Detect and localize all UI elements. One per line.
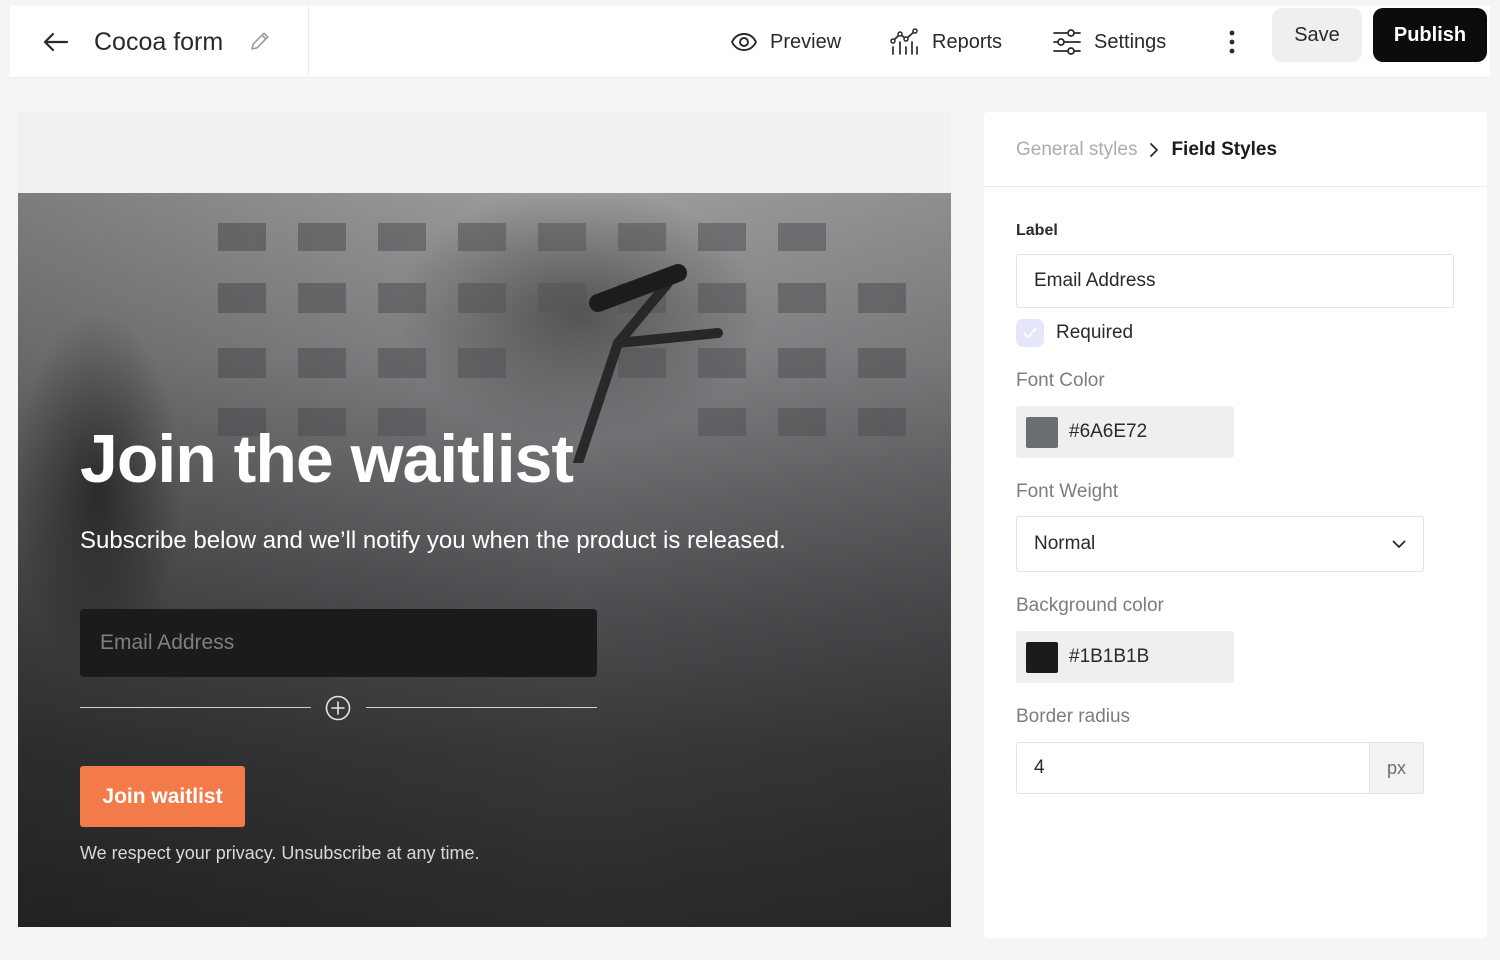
font-color-value: #6A6E72 bbox=[1069, 421, 1148, 442]
settings-button[interactable]: Settings bbox=[1052, 20, 1166, 64]
border-radius-label: Border radius bbox=[1016, 706, 1131, 727]
reports-label: Reports bbox=[932, 30, 1003, 53]
field-styles-panel: General styles Field Styles Label Requir… bbox=[984, 112, 1487, 938]
sliders-icon bbox=[1053, 29, 1081, 55]
email-field[interactable] bbox=[80, 609, 597, 677]
reports-button[interactable]: Reports bbox=[890, 20, 1002, 64]
breadcrumb-field-styles: Field Styles bbox=[1171, 139, 1278, 160]
more-vertical-icon bbox=[1229, 30, 1235, 54]
required-checkbox-row[interactable]: Required bbox=[1016, 318, 1133, 348]
label-input[interactable] bbox=[1016, 254, 1454, 308]
title-divider bbox=[308, 6, 309, 78]
chart-icon bbox=[890, 28, 918, 55]
breadcrumb-general-styles[interactable]: General styles bbox=[1016, 139, 1137, 161]
font-color-label: Font Color bbox=[1016, 370, 1105, 391]
chevron-right-icon bbox=[1150, 143, 1159, 157]
add-field-button[interactable] bbox=[324, 694, 352, 722]
preview-label: Preview bbox=[770, 30, 842, 53]
font-weight-value: Normal bbox=[1034, 533, 1096, 554]
breadcrumb: General styles Field Styles bbox=[1016, 134, 1277, 166]
required-label: Required bbox=[1056, 322, 1134, 343]
form-title: Cocoa form bbox=[94, 28, 224, 56]
add-field-row bbox=[80, 693, 597, 723]
eye-icon bbox=[731, 33, 757, 51]
arrow-left-icon bbox=[43, 32, 69, 52]
edit-title-button[interactable] bbox=[246, 24, 274, 58]
border-radius-unit: px bbox=[1369, 743, 1423, 793]
check-icon bbox=[1023, 328, 1037, 338]
chevron-down-icon bbox=[1392, 540, 1406, 548]
font-color-swatch[interactable] bbox=[1026, 416, 1058, 448]
background-color-value: #1B1B1B bbox=[1069, 646, 1150, 667]
form-canvas: Join the waitlist Subscribe below and we… bbox=[18, 112, 951, 927]
border-radius-input[interactable] bbox=[1017, 743, 1369, 793]
join-waitlist-button[interactable]: Join waitlist bbox=[80, 766, 245, 827]
pencil-icon bbox=[251, 32, 269, 50]
preview-button[interactable]: Preview bbox=[730, 20, 841, 64]
save-button[interactable]: Save bbox=[1272, 8, 1362, 62]
add-field-divider-right bbox=[366, 707, 597, 708]
privacy-note: We respect your privacy. Unsubscribe at … bbox=[80, 843, 480, 863]
background-color-swatch[interactable] bbox=[1026, 641, 1058, 673]
font-color-picker[interactable]: #6A6E72 bbox=[1016, 406, 1234, 458]
add-field-divider-left bbox=[80, 707, 311, 708]
background-color-label: Background color bbox=[1016, 595, 1164, 616]
hero-subtitle: Subscribe below and we’ll notify you whe… bbox=[80, 527, 786, 554]
plus-circle-icon bbox=[325, 695, 351, 721]
more-options-button[interactable] bbox=[1218, 20, 1246, 64]
font-weight-label: Font Weight bbox=[1016, 481, 1119, 502]
background-color-picker[interactable]: #1B1B1B bbox=[1016, 631, 1234, 683]
panel-divider bbox=[984, 186, 1487, 187]
font-weight-select[interactable]: Normal bbox=[1016, 516, 1424, 572]
hero-section: Join the waitlist Subscribe below and we… bbox=[18, 193, 951, 927]
label-heading: Label bbox=[1016, 222, 1058, 239]
top-bar: Cocoa form Preview Reports Settings Save… bbox=[10, 6, 1490, 78]
hero-title: Join the waitlist bbox=[80, 421, 574, 497]
required-checkbox[interactable] bbox=[1016, 319, 1044, 347]
border-radius-field: px bbox=[1016, 742, 1424, 794]
back-button[interactable] bbox=[40, 26, 72, 58]
settings-label: Settings bbox=[1094, 30, 1167, 53]
publish-button[interactable]: Publish bbox=[1373, 8, 1487, 62]
